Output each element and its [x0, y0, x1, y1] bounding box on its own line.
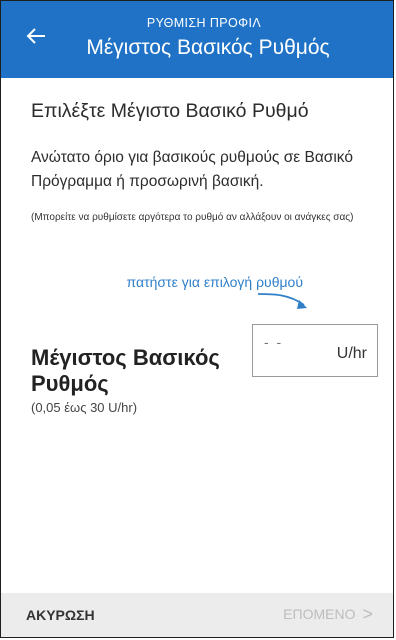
next-button[interactable]: ΕΠΟΜΕΝΟ >	[283, 604, 373, 624]
input-unit: U/hr	[336, 345, 367, 362]
next-label: ΕΠΟΜΕΝΟ	[283, 606, 356, 622]
footer-bar: ΑΚΥΡΩΣΗ ΕΠΟΜΕΝΟ >	[1, 593, 393, 637]
description-text: Ανώτατο όριο για βασικούς ρυθμούς σε Βασ…	[31, 149, 353, 190]
field-label: Μέγιστος Βασικός Ρυθμός	[31, 345, 220, 396]
max-basal-rate-input[interactable]: - - U/hr	[252, 324, 378, 377]
curved-arrow-icon	[257, 293, 307, 309]
section-heading: Επιλέξτε Μέγιστο Βασικό Ρυθμό	[31, 100, 309, 122]
chevron-right-icon: >	[362, 604, 373, 624]
screen-frame	[0, 0, 394, 638]
cancel-button[interactable]: ΑΚΥΡΩΣΗ	[26, 607, 95, 623]
header-subtitle: ΡΥΘΜΙΣΗ ΠΡΟΦΙΛ	[146, 16, 262, 30]
field-range: (0,05 έως 30 U/hr)	[31, 400, 138, 415]
input-value: - -	[264, 334, 284, 350]
app-header: ΡΥΘΜΙΣΗ ΠΡΟΦΙΛ Μέγιστος Βασικός Ρυθμός	[1, 1, 393, 78]
page-title: Μέγιστος Βασικός Ρυθμός	[86, 36, 330, 59]
note-text: (Μπορείτε να ρυθμίσετε αργότερα το ρυθμό…	[31, 212, 354, 223]
